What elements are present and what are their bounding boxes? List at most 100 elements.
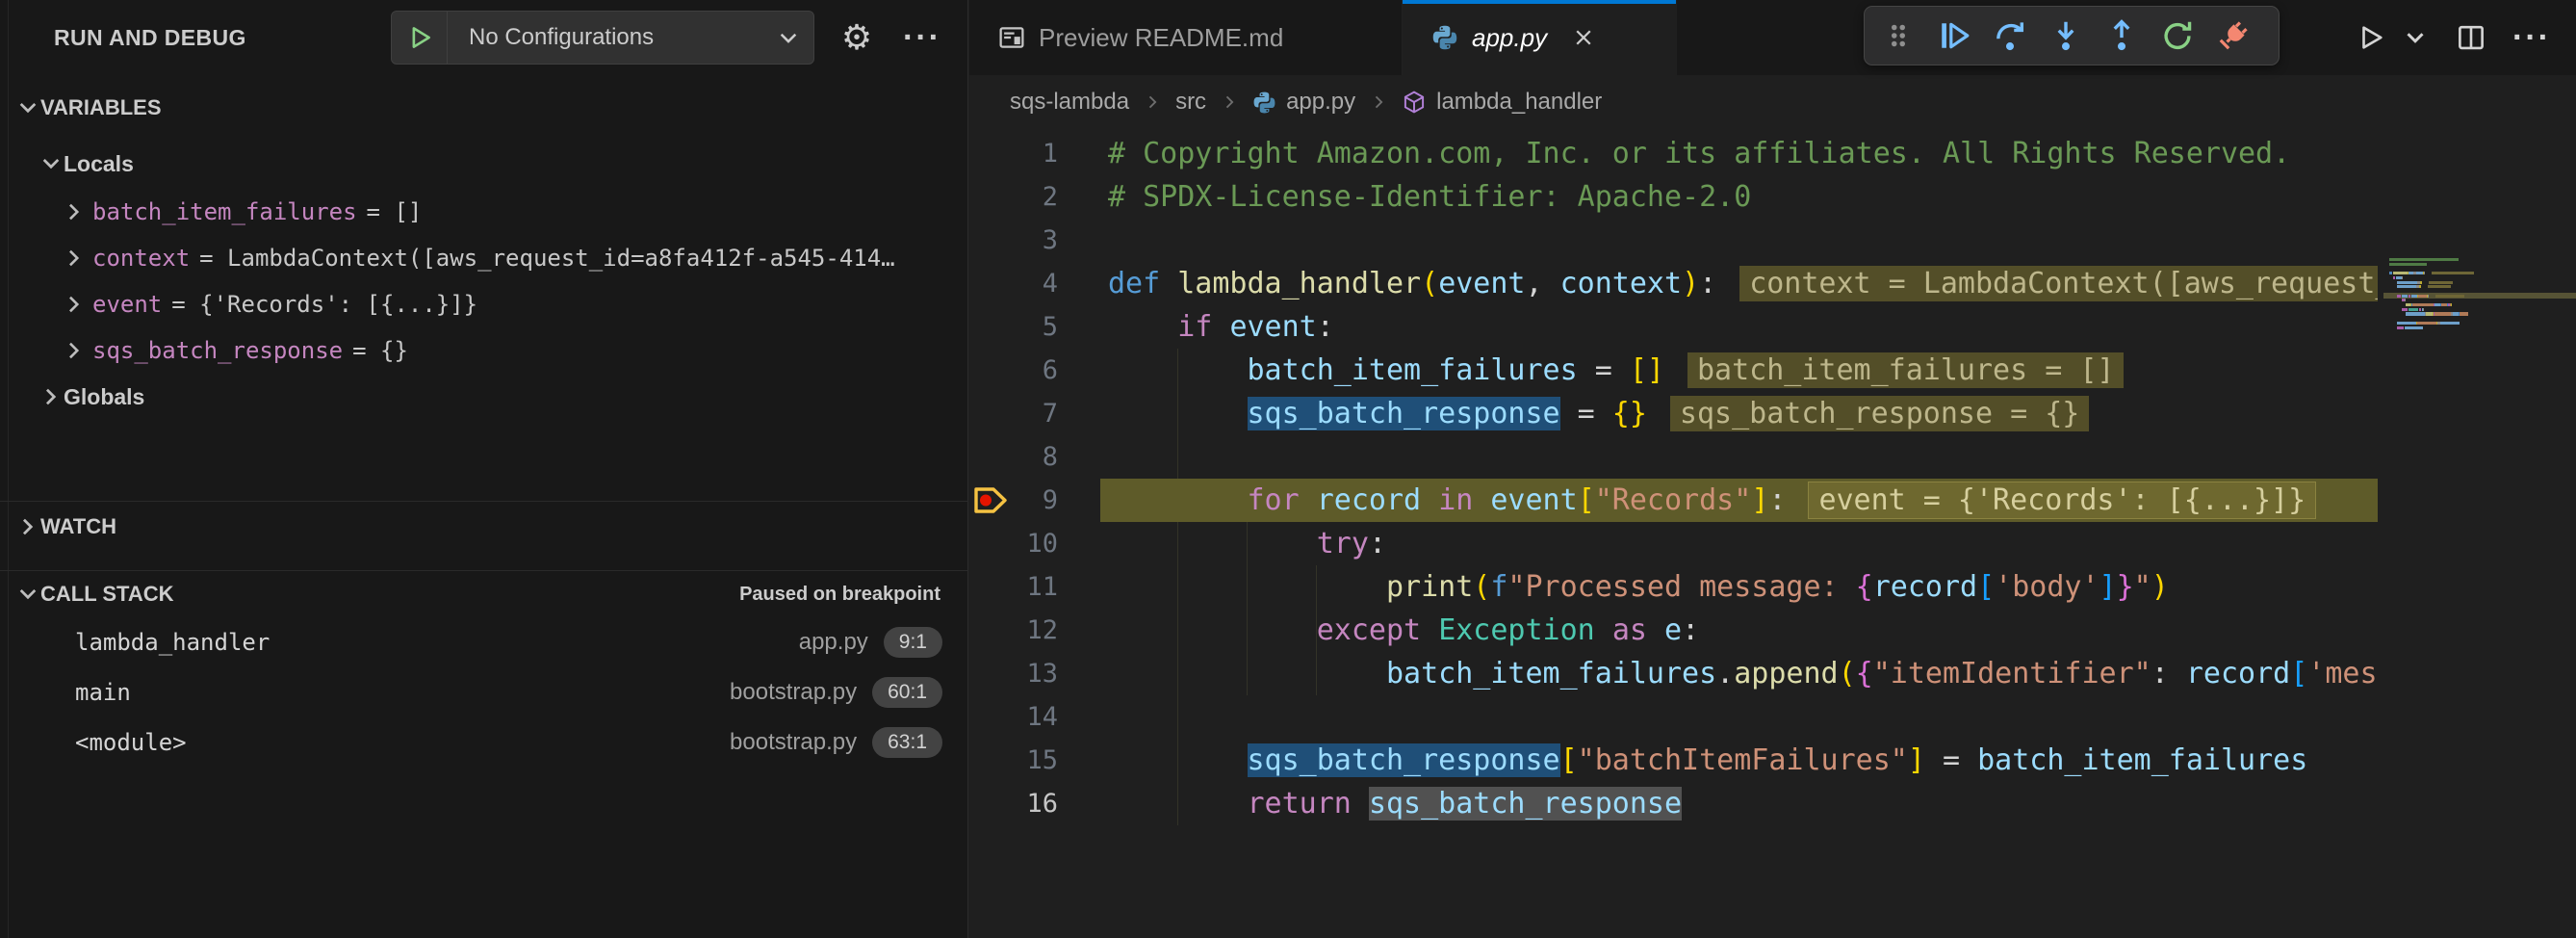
- frame-name: main: [75, 679, 131, 706]
- frame-name: <module>: [75, 729, 187, 756]
- frame-file: app.py: [799, 629, 868, 656]
- watch-section-header[interactable]: WATCH: [0, 501, 967, 551]
- line-number[interactable]: 6: [969, 349, 1100, 392]
- frame-name: lambda_handler: [75, 629, 270, 656]
- close-icon[interactable]: [1572, 26, 1595, 49]
- debug-configuration-dropdown[interactable]: No Configurations: [391, 11, 814, 65]
- editor-gutter[interactable]: 12345678910111213141516: [969, 132, 1100, 825]
- chevron-down-icon[interactable]: [15, 582, 40, 607]
- line-number[interactable]: 10: [969, 522, 1100, 565]
- split-editor-icon[interactable]: [2457, 23, 2486, 52]
- line-number[interactable]: 12: [969, 609, 1100, 652]
- variable-row[interactable]: sqs_batch_response= {}: [0, 327, 967, 374]
- line-number[interactable]: 7: [969, 392, 1100, 435]
- code-line[interactable]: # Copyright Amazon.com, Inc. or its affi…: [1100, 132, 2378, 175]
- code-line[interactable]: [1100, 695, 2378, 739]
- code-line[interactable]: batch_item_failures.append({"itemIdentif…: [1100, 652, 2378, 695]
- variables-section-header[interactable]: VARIABLES: [15, 89, 162, 127]
- variable-row[interactable]: batch_item_failures= []: [0, 189, 967, 235]
- line-number[interactable]: 13: [969, 652, 1100, 695]
- line-number[interactable]: 4: [969, 262, 1100, 305]
- run-dropdown-chevron-icon[interactable]: [2401, 23, 2430, 52]
- editor-tab-preview-readme-md[interactable]: Preview README.md: [969, 0, 1403, 75]
- panel-title: RUN AND DEBUG: [54, 25, 246, 51]
- locals-label: Locals: [64, 151, 134, 177]
- code-line[interactable]: # SPDX-License-Identifier: Apache-2.0: [1100, 175, 2378, 219]
- code-editor[interactable]: 12345678910111213141516 # Copyright Amaz…: [969, 129, 2576, 938]
- paused-status: Paused on breakpoint: [739, 584, 940, 606]
- call-stack-section: CALL STACK Paused on breakpoint lambda_h…: [0, 570, 967, 768]
- debug-step-into-icon[interactable]: [2038, 12, 2094, 60]
- inline-debug-value: sqs_batch_response = {}: [1670, 396, 2089, 431]
- chevron-right-icon[interactable]: [62, 199, 87, 224]
- line-number[interactable]: 1: [969, 132, 1100, 175]
- debug-restart-icon[interactable]: [2150, 12, 2205, 60]
- line-number[interactable]: 15: [969, 739, 1100, 782]
- line-number[interactable]: 9: [969, 479, 1100, 522]
- call-stack-title: CALL STACK: [40, 582, 174, 607]
- run-python-file-icon[interactable]: [2357, 23, 2385, 52]
- chevron-down-icon[interactable]: [763, 25, 813, 50]
- debug-continue-icon[interactable]: [1926, 12, 1982, 60]
- breadcrumb-item[interactable]: app.py: [1252, 89, 1355, 116]
- debug-configuration-label[interactable]: No Configurations: [448, 24, 763, 51]
- debug-step-over-icon[interactable]: [1982, 12, 2038, 60]
- variable-name: batch_item_failures: [92, 198, 357, 225]
- chevron-right-icon[interactable]: [15, 514, 40, 539]
- code-line[interactable]: def lambda_handler(event, context):conte…: [1100, 262, 2378, 305]
- line-number[interactable]: 5: [969, 305, 1100, 349]
- more-actions-icon[interactable]: ···: [893, 0, 951, 75]
- toolbar-drag-handle[interactable]: [1870, 12, 1926, 60]
- chevron-down-icon[interactable]: [39, 151, 64, 176]
- code-line[interactable]: batch_item_failures = []batch_item_failu…: [1100, 349, 2378, 392]
- debug-start-icon[interactable]: [392, 12, 448, 64]
- line-number[interactable]: 8: [969, 435, 1100, 479]
- code-line[interactable]: except Exception as e:: [1100, 609, 2378, 652]
- line-number[interactable]: 14: [969, 695, 1100, 739]
- code-line[interactable]: if event:: [1100, 305, 2378, 349]
- debug-disconnect-icon[interactable]: [2205, 12, 2261, 60]
- panel-edge-divider: [8, 0, 9, 938]
- editor-tab-app-py[interactable]: app.py: [1403, 0, 1677, 75]
- code-line[interactable]: print(f"Processed message: {record['body…: [1100, 565, 2378, 609]
- chevron-right-icon[interactable]: [62, 292, 87, 317]
- breadcrumb-item[interactable]: lambda_handler: [1402, 89, 1602, 116]
- debug-step-out-icon[interactable]: [2094, 12, 2150, 60]
- frame-file: bootstrap.py: [730, 729, 857, 756]
- locals-group[interactable]: Locals: [39, 144, 134, 183]
- open-preview-icon: [998, 24, 1025, 51]
- line-number[interactable]: 16: [969, 782, 1100, 825]
- more-actions-icon[interactable]: ···: [2512, 19, 2551, 57]
- globals-group[interactable]: Globals: [39, 376, 144, 418]
- breadcrumb-item[interactable]: sqs-lambda: [1010, 89, 1129, 116]
- minimap[interactable]: [2383, 258, 2576, 938]
- line-number[interactable]: 11: [969, 565, 1100, 609]
- code-line[interactable]: sqs_batch_response = {}sqs_batch_respons…: [1100, 392, 2378, 435]
- variable-row[interactable]: context= LambdaContext([aws_request_id=a…: [0, 235, 967, 281]
- code-line[interactable]: return sqs_batch_response: [1100, 782, 2378, 825]
- frame-position-badge: 63:1: [872, 727, 942, 758]
- breadcrumb-item[interactable]: src: [1175, 89, 1206, 116]
- chevron-right-icon[interactable]: [39, 384, 64, 409]
- inline-debug-value: context = LambdaContext([aws_request_id=…: [1739, 266, 2378, 301]
- call-stack-frames: lambda_handlerapp.py9:1mainbootstrap.py6…: [0, 617, 967, 768]
- code-line[interactable]: [1100, 219, 2378, 262]
- code-line[interactable]: for record in event["Records"]:event = {…: [1100, 479, 2378, 522]
- code-line[interactable]: [1100, 435, 2378, 479]
- settings-gear-icon[interactable]: ⚙: [830, 0, 884, 75]
- line-number[interactable]: 2: [969, 175, 1100, 219]
- code-line[interactable]: try:: [1100, 522, 2378, 565]
- call-stack-frame[interactable]: <module> bootstrap.py 63:1: [0, 717, 967, 768]
- breakpoint-current-line-icon[interactable]: [973, 484, 1009, 516]
- line-number[interactable]: 3: [969, 219, 1100, 262]
- code-line[interactable]: sqs_batch_response["batchItemFailures"] …: [1100, 739, 2378, 782]
- chevron-right-icon[interactable]: [62, 338, 87, 363]
- code-content[interactable]: # Copyright Amazon.com, Inc. or its affi…: [1100, 132, 2378, 938]
- chevron-right-icon[interactable]: [62, 246, 87, 271]
- breadcrumb-separator-icon: [1369, 92, 1388, 112]
- chevron-down-icon[interactable]: [15, 95, 40, 120]
- call-stack-frame[interactable]: mainbootstrap.py60:1: [0, 667, 967, 717]
- call-stack-frame[interactable]: lambda_handlerapp.py9:1: [0, 617, 967, 667]
- variable-row[interactable]: event= {'Records': [{...}]}: [0, 281, 967, 327]
- call-stack-header[interactable]: CALL STACK Paused on breakpoint: [0, 571, 967, 617]
